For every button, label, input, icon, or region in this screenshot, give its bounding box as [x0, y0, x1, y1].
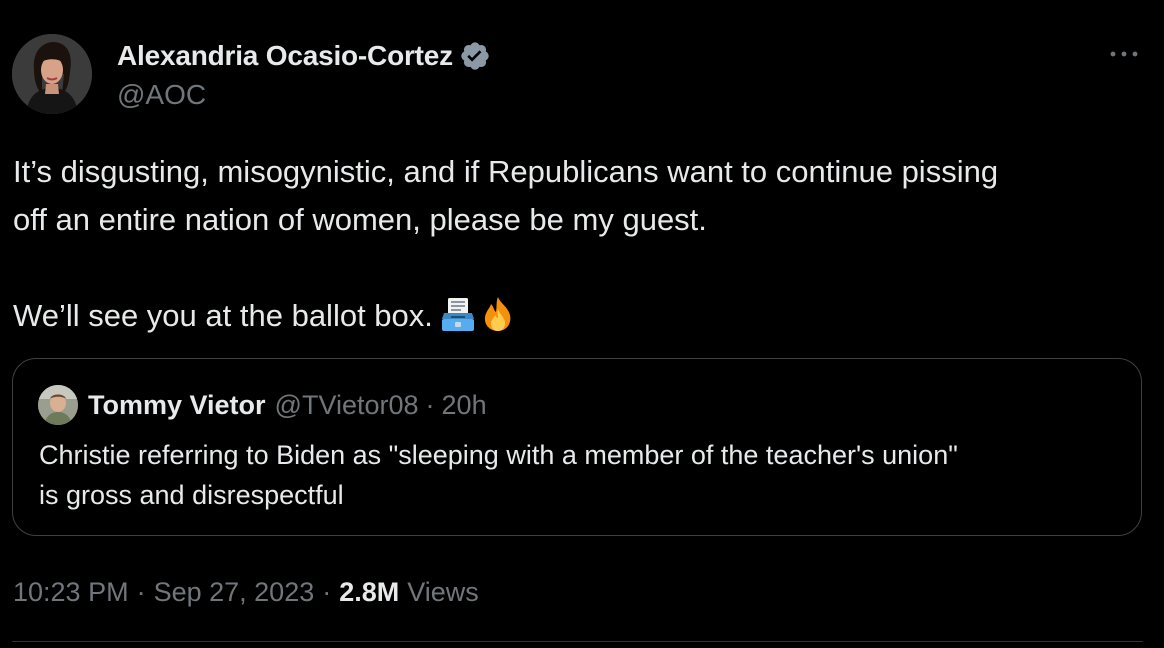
tweet-text-line-last: We’ll see you at the ballot box. [13, 292, 1143, 340]
author-avatar[interactable] [12, 34, 92, 114]
verified-badge-icon[interactable] [459, 40, 491, 72]
avatar-photo-icon [38, 385, 78, 425]
quote-author-handle[interactable]: @TVietor08 [275, 390, 419, 421]
author-handle[interactable]: @AOC [117, 79, 206, 111]
ballot-box-icon [439, 295, 477, 333]
fire-icon [479, 295, 517, 333]
tweet-text-line: off an entire nation of women, please be… [13, 202, 707, 237]
tweet-meta: 10:23 PM · Sep 27, 2023 · 2.8M Views [13, 574, 479, 610]
views-count: 2.8M [339, 576, 400, 607]
tweet-date[interactable]: Sep 27, 2023 [154, 577, 315, 608]
divider [12, 641, 1143, 642]
tweet-time[interactable]: 10:23 PM [13, 577, 129, 608]
tweet-text-line: It’s disgusting, misogynistic, and if Re… [13, 154, 999, 189]
quote-text: Christie referring to Biden as "sleeping… [39, 435, 1119, 515]
tweet-detail: Alexandria Ocasio-Cortez @AOC It’s disgu… [0, 0, 1164, 648]
quote-header: Tommy Vietor @TVietor08 · 20h [88, 387, 487, 423]
quote-timestamp[interactable]: 20h [442, 390, 487, 421]
quote-text-line: Christie referring to Biden as "sleeping… [39, 440, 958, 470]
more-options-button[interactable] [1106, 40, 1142, 68]
author-name[interactable]: Alexandria Ocasio-Cortez [117, 40, 453, 72]
views-label: Views [407, 576, 479, 607]
tweet-text-line: We’ll see you at the ballot box. [13, 298, 433, 333]
quote-author-name[interactable]: Tommy Vietor [88, 390, 266, 421]
quote-tweet-card[interactable]: Tommy Vietor @TVietor08 · 20h Christie r… [12, 358, 1142, 536]
tweet-text-blank-line [13, 244, 1143, 292]
meta-separator: · [322, 576, 332, 607]
quote-text-line: is gross and disrespectful [39, 480, 344, 510]
more-horizontal-icon [1110, 51, 1138, 57]
author-name-row: Alexandria Ocasio-Cortez [117, 38, 491, 74]
tweet-text: It’s disgusting, misogynistic, and if Re… [13, 148, 1143, 340]
quote-author-avatar[interactable] [38, 385, 78, 425]
meta-separator: · [136, 576, 146, 607]
quote-separator: · [425, 389, 435, 420]
avatar-photo-icon [12, 34, 92, 114]
